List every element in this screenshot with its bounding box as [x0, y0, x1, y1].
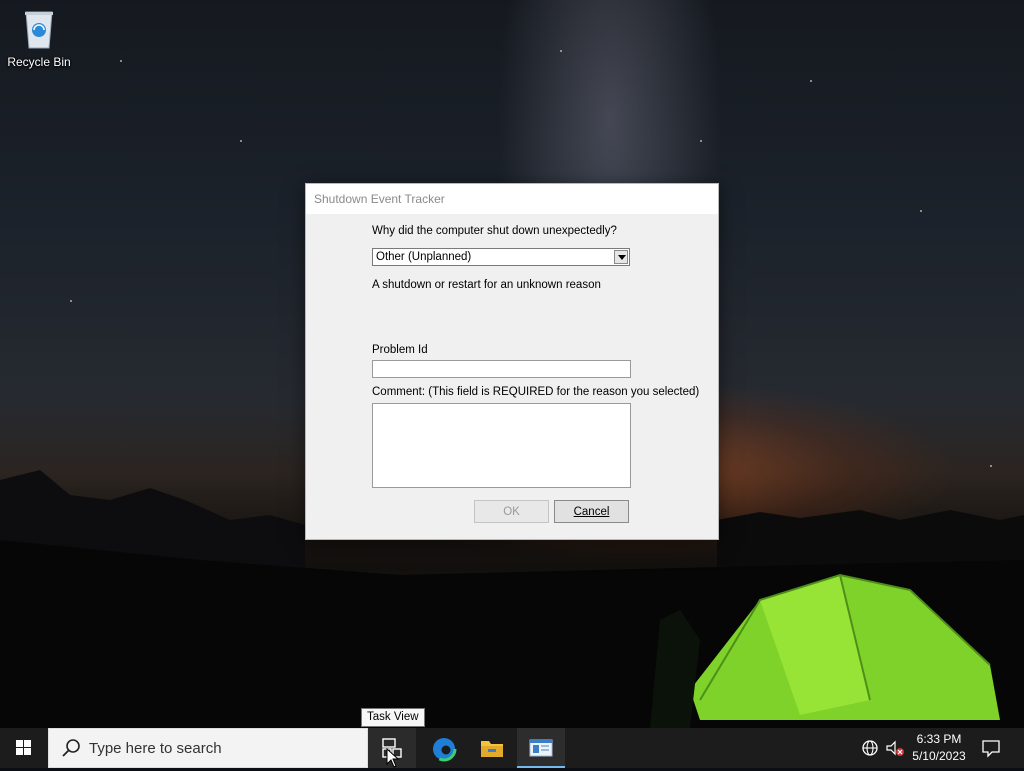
- reason-description: A shutdown or restart for an unknown rea…: [372, 279, 601, 291]
- desktop-icon-label: Recycle Bin: [7, 55, 71, 69]
- taskbar-task-view-button[interactable]: [368, 728, 416, 768]
- folder-icon: [481, 741, 503, 757]
- taskbar: Type here to search 6:33 PM 5/10/2023: [0, 728, 1024, 768]
- dialog-title: Shutdown Event Tracker: [314, 192, 445, 206]
- problem-id-input[interactable]: [372, 360, 631, 378]
- problem-id-label: Problem Id: [372, 344, 428, 356]
- network-icon[interactable]: [860, 738, 880, 758]
- edge-icon: [431, 736, 457, 762]
- desktop-icon-recycle-bin[interactable]: Recycle Bin: [4, 6, 74, 69]
- task-view-tooltip: Task View: [361, 708, 425, 727]
- search-icon: [62, 739, 80, 757]
- comment-textarea[interactable]: [372, 403, 631, 488]
- question-label: Why did the computer shut down unexpecte…: [372, 225, 617, 237]
- notification-icon[interactable]: [980, 738, 1002, 758]
- reason-dropdown-value: Other (Unplanned): [376, 251, 472, 263]
- cancel-button-label: Cancel: [573, 505, 610, 518]
- reason-dropdown[interactable]: Other (Unplanned): [372, 248, 630, 266]
- comment-label: Comment: (This field is REQUIRED for the…: [372, 386, 700, 398]
- window-app-icon: [529, 739, 553, 757]
- start-button[interactable]: [0, 728, 48, 768]
- taskbar-file-explorer-button[interactable]: [467, 728, 515, 768]
- cancel-button[interactable]: Cancel: [554, 500, 629, 523]
- taskbar-search-box[interactable]: Type here to search: [48, 728, 368, 768]
- recycle-bin-icon: [25, 11, 53, 49]
- ok-button[interactable]: OK: [474, 500, 549, 523]
- taskbar-active-app-button[interactable]: [517, 728, 565, 768]
- volume-muted-icon[interactable]: [884, 738, 906, 758]
- chevron-down-icon[interactable]: [614, 250, 628, 264]
- taskbar-edge-button[interactable]: [419, 728, 467, 768]
- windows-logo-icon: [16, 740, 31, 755]
- search-placeholder: Type here to search: [89, 740, 222, 757]
- mouse-cursor-icon: [386, 748, 400, 768]
- shutdown-event-tracker-dialog: Shutdown Event Tracker Why did the compu…: [305, 183, 719, 540]
- dialog-titlebar[interactable]: Shutdown Event Tracker: [306, 184, 718, 214]
- clock-time[interactable]: 6:33 PM: [904, 732, 974, 746]
- clock-date[interactable]: 5/10/2023: [904, 749, 974, 763]
